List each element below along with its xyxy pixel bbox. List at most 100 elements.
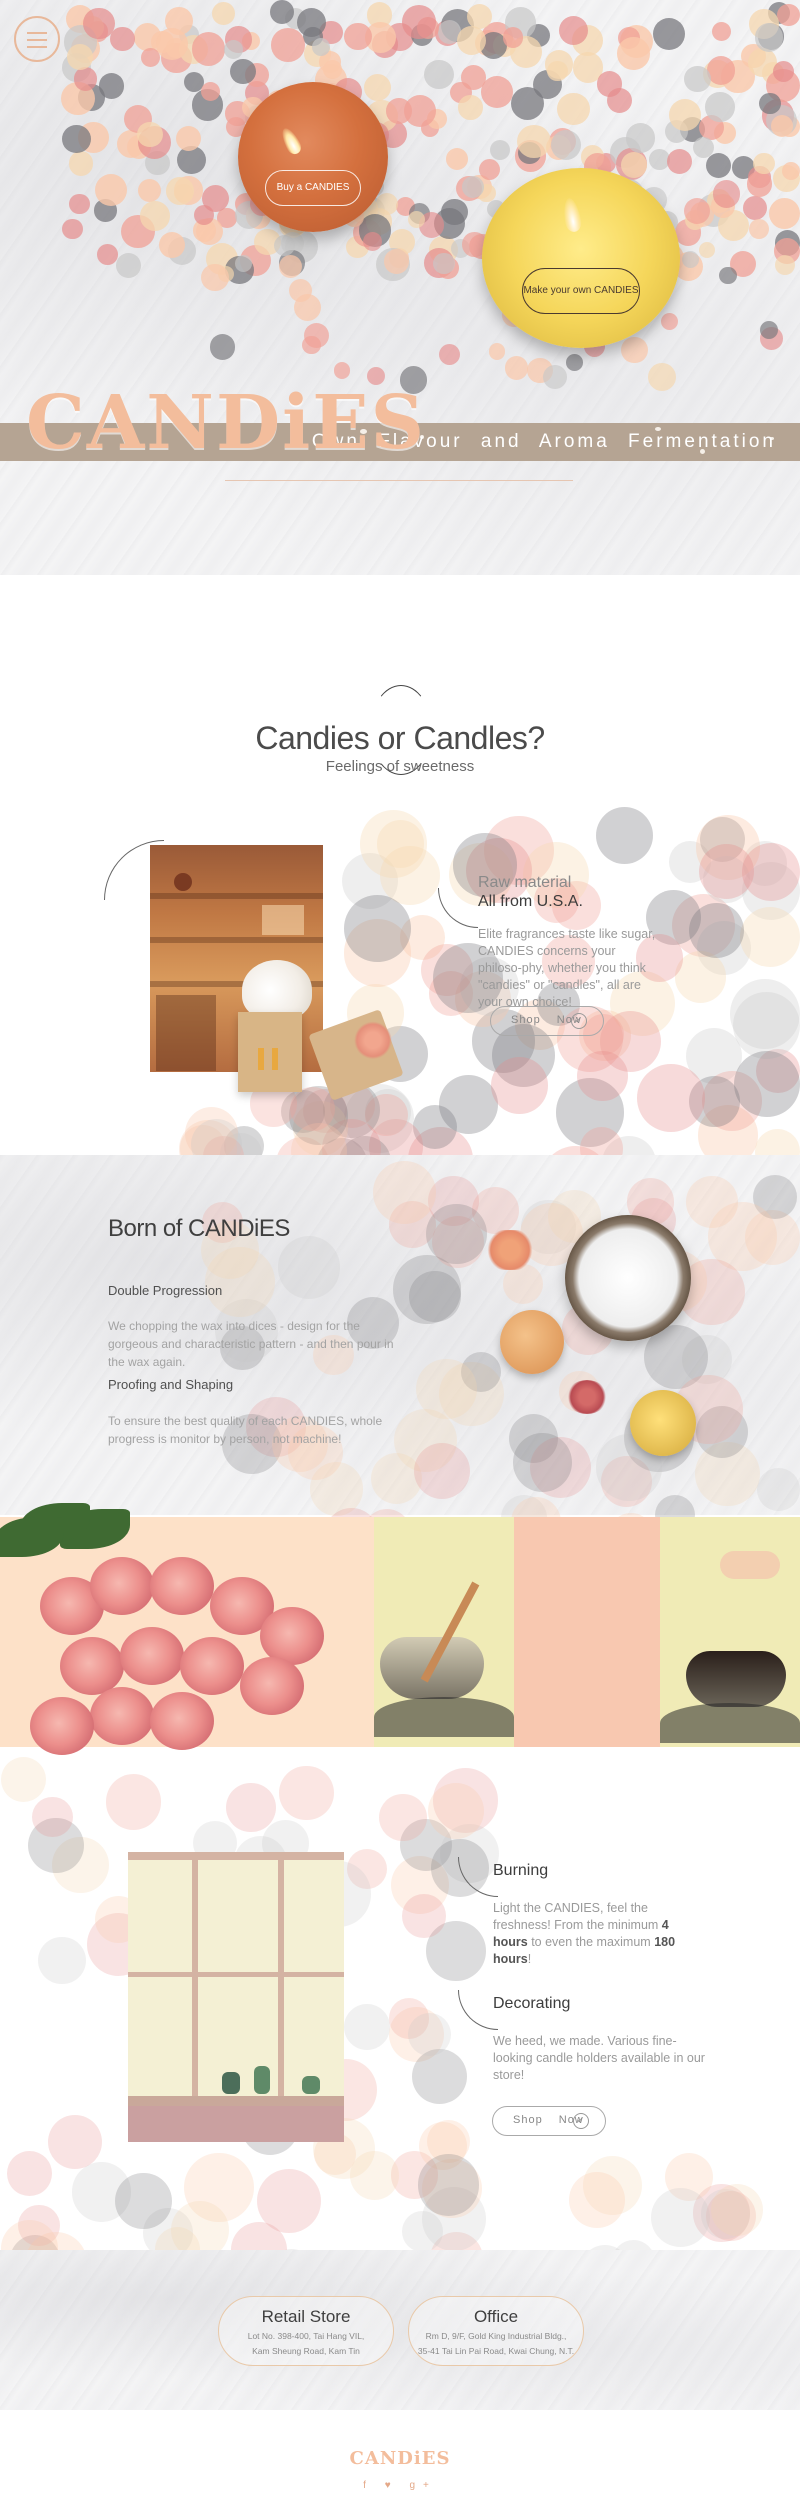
decorating-text: We heed, we made. Various fine-looking c… (493, 2034, 705, 2082)
confetti-dot (401, 5, 436, 39)
confetti-dot (175, 125, 202, 151)
confetti-dot (290, 1087, 335, 1132)
confetti-dot (661, 312, 679, 330)
raw-material-heading: All from U.S.A. (478, 893, 583, 910)
peach-panel (514, 1517, 660, 1747)
confetti-dot (565, 354, 583, 372)
confetti-dot (462, 175, 485, 198)
site-logo[interactable]: CANDiES (26, 380, 426, 466)
confetti-dot (417, 2154, 480, 2216)
confetti-dot (373, 1161, 436, 1224)
shop-now-button[interactable]: Shop Now ✓ (492, 2106, 606, 2136)
section-subtitle: Feelings of sweetness (325, 758, 475, 775)
confetti-dot (777, 3, 800, 27)
leaf (0, 1517, 64, 1557)
confetti-dot (481, 75, 514, 108)
confetti-dot (379, 1793, 427, 1842)
confetti-dot (617, 37, 650, 70)
confetti-dot (768, 197, 800, 229)
google-plus-icon[interactable]: g+ (409, 2480, 436, 2491)
confetti-dot (513, 1432, 572, 1492)
confetti-dot (544, 50, 573, 79)
confetti-dot (277, 1236, 341, 1299)
orange-candle-image (500, 1310, 564, 1374)
pouring-dye-photo (660, 1517, 800, 1747)
confetti-dot (115, 252, 141, 278)
confetti-dot (684, 65, 711, 93)
confetti-dot (772, 61, 794, 83)
confetti-dot (97, 244, 118, 265)
confetti-dot (311, 37, 330, 56)
dried-flower-image (485, 1230, 535, 1270)
confetti-dot (620, 336, 648, 364)
confetti-dot (212, 1, 235, 25)
confetti-dot (458, 95, 483, 120)
flame-icon (278, 125, 304, 157)
heading-decoration (458, 1990, 498, 2030)
confetti-dot (746, 171, 773, 197)
confetti-dot (686, 1176, 738, 1228)
confetti-dot (460, 64, 486, 90)
confetti-dot (414, 1442, 471, 1499)
confetti-dot (408, 2012, 452, 2056)
wax-flakes-bowl-image (565, 1215, 691, 1341)
raw-material-text: Elite fragrances taste like sugar, CANDI… (478, 927, 656, 1009)
confetti-dot (1, 1757, 47, 1803)
confetti-dot (68, 151, 94, 177)
twitter-icon[interactable]: ♥ (385, 2480, 399, 2491)
menu-button[interactable] (14, 16, 60, 62)
confetti-dot (688, 902, 744, 959)
confetti-dot (426, 1203, 487, 1265)
confetti-dot (681, 250, 699, 268)
confetti-dot (62, 124, 91, 154)
locations-band: Retail Store Lot No. 398-400, Tai Hang V… (0, 2250, 800, 2410)
confetti-dot (596, 71, 623, 97)
confetti-dot (69, 194, 90, 215)
make-candies-button[interactable]: Make your own CANDIES (522, 268, 640, 314)
check-icon: ✓ (571, 1013, 587, 1029)
retail-store-card: Retail Store Lot No. 398-400, Tai Hang V… (218, 2296, 394, 2366)
confetti-dot (333, 362, 351, 379)
confetti-dot (550, 129, 582, 161)
confetti-dot (158, 232, 185, 259)
confetti-dot (712, 180, 741, 208)
confetti-dot (637, 1064, 705, 1132)
footer-logo[interactable]: CANDiES (0, 2448, 800, 2469)
office-title: Office (473, 2307, 519, 2326)
confetti-dot (705, 152, 731, 179)
confetti-dot (510, 86, 545, 121)
confetti-dot (705, 92, 735, 122)
confetti-dot (711, 21, 732, 41)
confetti-dot (376, 192, 399, 215)
confetti-dot (781, 161, 800, 180)
confetti-dot (577, 1050, 629, 1102)
photo-strip (0, 1503, 800, 1755)
buy-candies-button[interactable]: Buy a CANDIES (265, 170, 361, 206)
confetti-dot (384, 248, 409, 274)
confetti-dot (439, 343, 461, 366)
confetti-dot (140, 201, 170, 231)
confetti-dot (753, 153, 775, 175)
confetti-dot (733, 1050, 800, 1117)
confetti-dot (569, 2171, 625, 2228)
yellow-candle-image: Make your own CANDIES (482, 168, 680, 348)
confetti-dot (647, 363, 676, 391)
confetti-dot (271, 28, 305, 62)
confetti-dot (651, 2188, 711, 2248)
confetti-dot (710, 2184, 763, 2237)
confetti-dot (774, 254, 795, 275)
confetti-dot (596, 807, 654, 865)
confetti-dot (625, 123, 656, 153)
confetti-dot (114, 2172, 172, 2230)
confetti-dot (517, 124, 551, 159)
burning-text: Light the CANDIES, feel the freshness! F… (493, 1901, 676, 1966)
confetti-dot (558, 15, 589, 45)
confetti-dot (94, 173, 128, 206)
confetti-dot (652, 17, 686, 51)
flame-icon (561, 196, 583, 234)
facebook-icon[interactable]: f (363, 2480, 374, 2491)
heading-decoration (438, 888, 478, 928)
confetti-dot (698, 843, 754, 899)
shop-now-button[interactable]: Shop Now ✓ (490, 1006, 604, 1036)
hero-section: Buy a CANDIES Make your own CANDIES Own … (0, 0, 800, 575)
